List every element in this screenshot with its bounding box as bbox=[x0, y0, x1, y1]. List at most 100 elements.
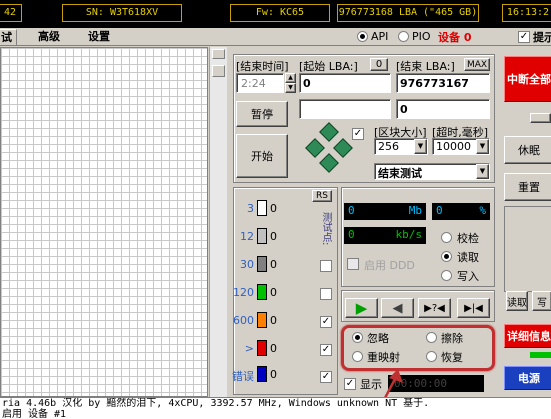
start-lba-field-2[interactable] bbox=[299, 99, 391, 119]
pio-radio[interactable] bbox=[398, 31, 409, 42]
stat-threshold-label: 3 bbox=[247, 202, 254, 215]
tab-settings[interactable]: 设置 bbox=[84, 29, 114, 45]
stat-color-swatch bbox=[257, 284, 267, 300]
start-button[interactable]: 开始 bbox=[236, 134, 288, 178]
stat-threshold-label: 错误 bbox=[232, 370, 254, 383]
dpad-right-icon[interactable] bbox=[333, 138, 353, 158]
speed-display: 0 kb/s bbox=[344, 227, 426, 244]
play-button[interactable]: ▶ bbox=[345, 298, 378, 318]
elapsed-label: [结束时间] bbox=[236, 60, 289, 73]
filter-30-checkbox[interactable] bbox=[320, 260, 332, 272]
stat-count: 0 bbox=[270, 314, 277, 327]
percent-display: 0 % bbox=[432, 203, 490, 220]
model-field: 42 bbox=[0, 4, 22, 22]
mb-value: 0 bbox=[348, 204, 355, 217]
end-action-select[interactable]: 结束测试 ▼ bbox=[374, 163, 490, 180]
ddd-checkbox[interactable] bbox=[347, 258, 359, 270]
tab-test[interactable]: 试 bbox=[0, 29, 17, 45]
stat-threshold-label: 30 bbox=[240, 258, 254, 271]
block-size-select[interactable]: 256 ▼ bbox=[374, 138, 428, 155]
stat-threshold-label: 600 bbox=[233, 314, 254, 327]
direction-pad[interactable] bbox=[298, 122, 360, 177]
verify-radio[interactable] bbox=[441, 232, 452, 243]
block-size-value: 256 bbox=[378, 140, 399, 153]
start-lba-field[interactable]: 0 bbox=[299, 73, 391, 93]
restore-label: 恢复 bbox=[441, 351, 463, 364]
separator-tab[interactable] bbox=[530, 113, 551, 123]
verify-label: 校检 bbox=[457, 232, 479, 245]
tab-advanced[interactable]: 高级 bbox=[34, 29, 64, 45]
filter-over-checkbox[interactable]: ✓ bbox=[320, 344, 332, 356]
stat-threshold-label: 120 bbox=[233, 286, 254, 299]
write-radio[interactable] bbox=[441, 270, 452, 281]
log-panel: ria 4.46b 汉化 by 黯然的泪下, 4xCPU, 3392.57 MH… bbox=[0, 397, 551, 419]
skip-button[interactable]: ▶?◀ bbox=[418, 298, 451, 318]
end-lba-field[interactable]: 976773167 bbox=[396, 73, 490, 93]
pause-button[interactable]: 暂停 bbox=[236, 101, 288, 127]
firmware-field: Fw: KC65 bbox=[230, 4, 330, 22]
test-point-vertical-label: 测试点: bbox=[320, 212, 331, 246]
device-label: 设备 0 bbox=[438, 31, 472, 44]
end-lba-field-2[interactable]: 0 bbox=[396, 99, 490, 119]
status-led bbox=[530, 352, 551, 358]
sleep-button[interactable]: 休眠 bbox=[504, 136, 551, 164]
api-radio[interactable] bbox=[357, 31, 368, 42]
details-button[interactable]: 详细信息 bbox=[504, 324, 551, 348]
restore-radio[interactable] bbox=[426, 351, 437, 362]
stat-count: 0 bbox=[270, 286, 277, 299]
grid-scrollbar[interactable] bbox=[209, 47, 227, 397]
surface-scan-grid bbox=[0, 47, 208, 397]
stat-count: 0 bbox=[270, 368, 277, 381]
elapsed-field[interactable]: 2:24 bbox=[236, 73, 284, 93]
dpad-checkbox[interactable]: ✓ bbox=[352, 128, 364, 140]
tab-bar: 试 高级 设置 API PIO 设备 0 ✓ 提示 bbox=[0, 28, 551, 46]
dpad-down-icon[interactable] bbox=[319, 153, 339, 173]
scroll-thumb[interactable] bbox=[212, 65, 225, 77]
rs-button[interactable]: RS bbox=[312, 190, 332, 202]
mb-display: 0 Mb bbox=[344, 203, 426, 220]
chevron-down-icon[interactable]: ▼ bbox=[414, 139, 427, 154]
end-button[interactable]: ▶|◀ bbox=[457, 298, 490, 318]
back-button[interactable]: ◀ bbox=[381, 298, 414, 318]
grid-checkbox[interactable]: ✓ bbox=[344, 378, 356, 390]
serial-field: SN: W3T618XV bbox=[62, 4, 182, 22]
stat-count: 0 bbox=[270, 258, 277, 271]
filter-error-checkbox[interactable]: ✓ bbox=[320, 371, 332, 383]
scroll-up-button[interactable] bbox=[212, 49, 225, 59]
chevron-down-icon[interactable]: ▼ bbox=[476, 164, 489, 179]
write-button[interactable]: 写 bbox=[532, 291, 551, 311]
erase-label: 擦除 bbox=[441, 332, 463, 345]
remap-radio[interactable] bbox=[352, 351, 363, 362]
speed-value: 0 bbox=[348, 228, 355, 241]
power-button[interactable]: 电源 bbox=[504, 366, 551, 390]
stat-color-swatch bbox=[257, 340, 267, 356]
speed-unit: kb/s bbox=[395, 228, 423, 241]
end-action-value: 结束测试 bbox=[378, 167, 422, 180]
reset-button[interactable]: 重置 bbox=[504, 173, 551, 201]
timeout-select[interactable]: 10000 ▼ bbox=[432, 138, 490, 155]
start-lba-zero-button[interactable]: 0 bbox=[370, 58, 388, 71]
dpad-left-icon[interactable] bbox=[305, 138, 325, 158]
ignore-radio[interactable] bbox=[352, 332, 363, 343]
end-lba-max-button[interactable]: MAX bbox=[464, 58, 490, 71]
percent-value: 0 bbox=[436, 204, 443, 217]
log-line: ria 4.46b 汉化 by 黯然的泪下, 4xCPU, 3392.57 MH… bbox=[2, 398, 430, 409]
start-lba-value: 0 bbox=[303, 77, 311, 90]
stop-all-button[interactable]: 中断全部 bbox=[504, 56, 551, 102]
elapsed-spin-up[interactable]: ▲ bbox=[285, 73, 296, 83]
read-button[interactable]: 读取 bbox=[506, 291, 528, 311]
clock-field: 16:13:2 bbox=[502, 4, 551, 22]
dpad-up-icon[interactable] bbox=[319, 122, 339, 142]
filter-120-checkbox[interactable] bbox=[320, 288, 332, 300]
chevron-down-icon[interactable]: ▼ bbox=[476, 139, 489, 154]
filter-600-checkbox[interactable]: ✓ bbox=[320, 316, 332, 328]
end-lba-label: [结束 LBA:] bbox=[396, 60, 455, 73]
percent-unit: % bbox=[479, 204, 486, 217]
capacity-field: 976773168 LBA ("465 GB) bbox=[337, 4, 479, 22]
elapsed-spin-down[interactable]: ▼ bbox=[285, 83, 296, 93]
erase-radio[interactable] bbox=[426, 332, 437, 343]
prompt-checkbox[interactable]: ✓ bbox=[518, 31, 530, 43]
start-lba-label: [起始 LBA:] bbox=[299, 60, 358, 73]
read-radio[interactable] bbox=[441, 251, 452, 262]
elapsed-value: 2:24 bbox=[241, 77, 266, 90]
